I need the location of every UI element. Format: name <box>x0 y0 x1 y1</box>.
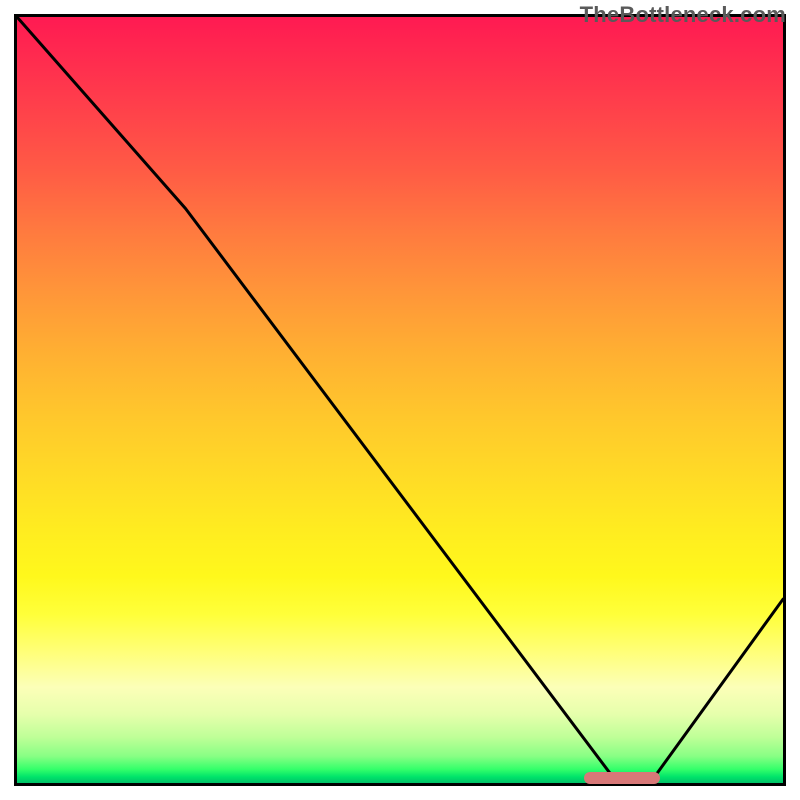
bottleneck-curve <box>17 17 783 783</box>
chart-frame <box>14 14 786 786</box>
optimal-range-marker <box>584 772 661 784</box>
watermark-text: TheBottleneck.com <box>580 2 786 28</box>
